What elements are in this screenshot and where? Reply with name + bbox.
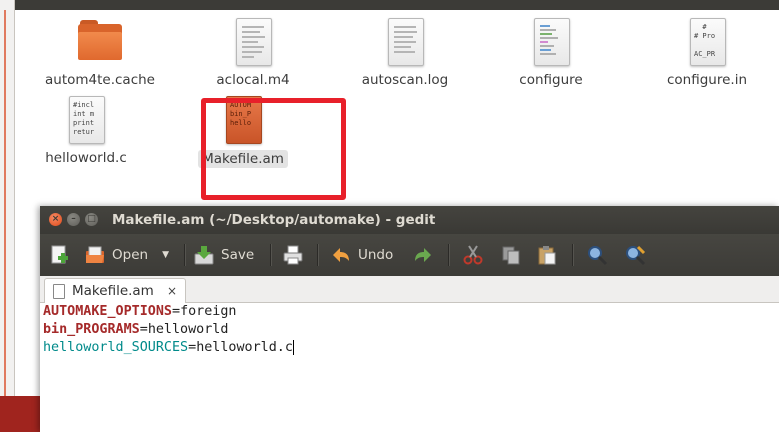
save-button[interactable]: Save [193, 242, 254, 268]
close-tab-icon[interactable]: × [167, 284, 177, 298]
open-folder-icon [86, 246, 104, 263]
file-configure[interactable]: configure [481, 18, 621, 88]
new-document-button[interactable] [48, 242, 76, 268]
file-label: aclocal.m4 [216, 72, 290, 88]
desktop-background [0, 396, 40, 432]
redo-icon [415, 248, 431, 262]
file-aclocal-m4[interactable]: aclocal.m4 [183, 18, 323, 88]
replace-button[interactable] [624, 242, 652, 268]
editor-line: helloworld_SOURCES=helloworld.c [43, 339, 294, 355]
redo-button[interactable] [412, 242, 440, 268]
print-button[interactable] [282, 242, 310, 268]
text-file-icon [383, 18, 427, 66]
search-replace-icon [626, 245, 646, 266]
text-file-icon: # # Pro AC_PR [685, 18, 729, 66]
file-manager-view: autom4te.cache aclocal.m4 autoscan.log c… [15, 10, 779, 206]
open-button[interactable]: Open ▼ [84, 242, 169, 268]
window-title: Makefile.am (~/Desktop/automake) - gedit [112, 212, 436, 228]
editor-line: AUTOMAKE_OPTIONS=foreign [43, 304, 237, 319]
file-configure-in[interactable]: # # Pro AC_PR configure.in [637, 18, 777, 88]
copy-icon [502, 246, 520, 265]
file-label: autoscan.log [361, 72, 449, 88]
top-panel [0, 0, 779, 10]
file-label: configure [519, 72, 583, 88]
scissors-icon [463, 245, 483, 265]
paste-icon [538, 246, 556, 265]
editor-line: bin_PROGRAMS=helloworld [43, 322, 229, 337]
print-icon [283, 245, 303, 265]
folder-icon [78, 18, 122, 66]
cut-button[interactable] [462, 242, 490, 268]
search-button[interactable] [586, 242, 614, 268]
toolbar: Open ▼ Save Undo [40, 234, 779, 276]
text-file-icon [231, 18, 275, 66]
file-label: configure.in [666, 72, 748, 88]
open-label: Open [112, 247, 149, 263]
file-helloworld-c[interactable]: #incl int m print retur helloworld.c [16, 96, 156, 166]
text-editor[interactable]: AUTOMAKE_OPTIONS=foreign bin_PROGRAMS=he… [40, 303, 779, 432]
new-document-icon [51, 245, 68, 264]
copy-button[interactable] [500, 242, 528, 268]
left-window-edge [0, 0, 15, 432]
document-tab-bar: Makefile.am × [40, 276, 779, 303]
undo-icon [333, 248, 349, 262]
c-source-icon: #incl int m print retur [64, 96, 108, 144]
file-label: helloworld.c [45, 150, 127, 166]
maximize-window-button[interactable]: □ [85, 213, 98, 226]
script-file-icon [529, 18, 573, 66]
undo-button[interactable]: Undo [330, 242, 393, 268]
minimize-window-button[interactable]: – [67, 213, 80, 226]
paste-button[interactable] [536, 242, 564, 268]
open-dropdown-icon[interactable]: ▼ [162, 250, 169, 260]
gedit-window: × – □ Makefile.am (~/Desktop/automake) -… [40, 206, 779, 432]
tab-makefile-am[interactable]: Makefile.am × [44, 278, 186, 303]
file-autom4te-cache[interactable]: autom4te.cache [30, 18, 170, 88]
text-cursor [292, 339, 294, 355]
close-window-button[interactable]: × [49, 213, 62, 226]
search-icon [588, 246, 608, 266]
save-label: Save [221, 247, 255, 263]
undo-label: Undo [358, 247, 394, 263]
document-icon [53, 283, 65, 299]
file-label: autom4te.cache [45, 72, 155, 88]
save-icon [194, 246, 214, 265]
highlight-rectangle [201, 98, 346, 200]
title-bar[interactable]: × – □ Makefile.am (~/Desktop/automake) -… [40, 206, 779, 234]
file-autoscan-log[interactable]: autoscan.log [335, 18, 475, 88]
tab-label: Makefile.am [72, 283, 154, 299]
